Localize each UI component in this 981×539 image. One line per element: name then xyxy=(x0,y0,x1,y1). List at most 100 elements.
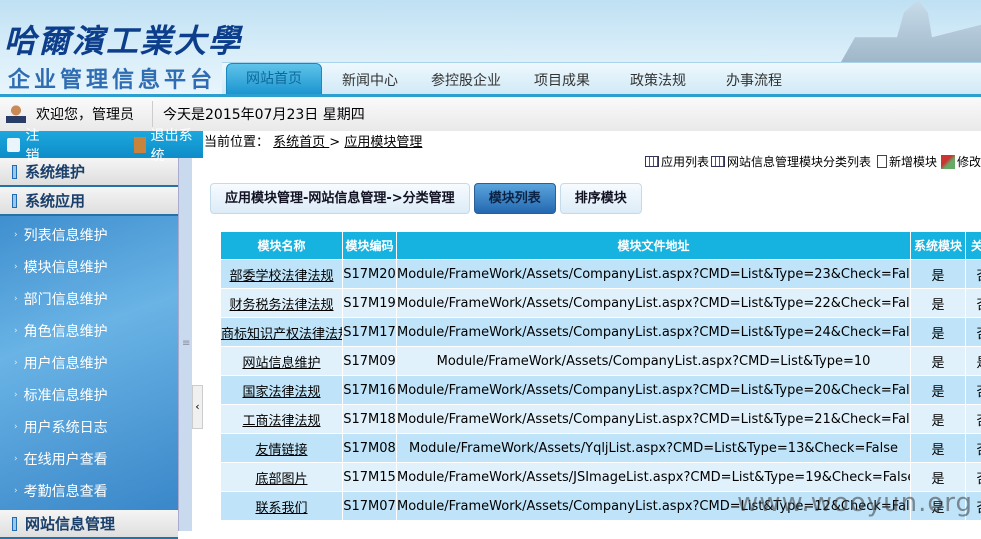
sidebar-menu: ›列表信息维护›模块信息维护›部门信息维护›角色信息维护›用户信息维护›标准信息… xyxy=(0,216,178,510)
column-header: 关闭 xyxy=(966,232,981,260)
nav-policies[interactable]: 政策法规 xyxy=(610,70,706,90)
logout-button[interactable]: 注销 xyxy=(0,125,52,165)
tab-module-list[interactable]: 模块列表 xyxy=(474,183,556,214)
module-name-link[interactable]: 财务税务法律法规 xyxy=(229,298,333,313)
bullet-icon: › xyxy=(14,422,18,432)
table-row: 网站信息维护 S17M09Module/FrameWork/Assets/Comp… xyxy=(221,347,981,376)
sidebar-item-label: 用户信息维护 xyxy=(24,353,108,373)
bullet-icon: › xyxy=(14,454,18,464)
sidebar-item[interactable]: › 考勤信息查看 xyxy=(0,475,178,507)
cell-closed: 是 xyxy=(966,347,981,376)
sidebar-item-label: 考勤信息查看 xyxy=(24,481,108,501)
nav-companies[interactable]: 参控股企业 xyxy=(418,70,514,90)
cell-code: S17M19 xyxy=(343,289,397,318)
cell-url: Module/FrameWork/Assets/CompanyList.aspx… xyxy=(397,376,911,405)
module-name-link[interactable]: 部委学校法律法规 xyxy=(229,269,333,284)
cell-name: 网站信息维护 xyxy=(221,347,343,376)
cell-name: 底部图片 xyxy=(221,463,343,492)
module-name-link[interactable]: 工商法律法规 xyxy=(242,414,320,429)
sidebar-item-label: 角色信息维护 xyxy=(24,321,108,341)
collapse-sidebar-button[interactable]: ‹ xyxy=(192,385,203,429)
cell-closed: 否 xyxy=(966,289,981,318)
app-list-link[interactable]: 应用列表 xyxy=(661,153,709,170)
nav-projects[interactable]: 项目成果 xyxy=(514,70,610,90)
cell-system: 是 xyxy=(911,347,966,376)
bullet-icon: › xyxy=(14,390,18,400)
table-header-row: 模块名称模块编码模块文件地址系统模块关闭 xyxy=(221,232,981,260)
sidebar-item[interactable]: › 列表信息维护 xyxy=(0,219,178,251)
sidebar-item-label: 部门信息维护 xyxy=(24,289,108,309)
cell-name: 友情链接 xyxy=(221,434,343,463)
tab-sort-modules[interactable]: 排序模块 xyxy=(560,183,642,214)
cell-system: 是 xyxy=(911,289,966,318)
tab-bar: 应用模块管理-网站信息管理->分类管理 模块列表 排序模块 xyxy=(210,183,642,214)
cell-code: S17M09 xyxy=(343,347,397,376)
breadcrumb-home-link[interactable]: 系统首页 xyxy=(273,135,329,150)
sidebar-item[interactable]: ›角色信息维护 xyxy=(0,315,178,347)
cell-url: Module/FrameWork/Assets/CompanyList.aspx… xyxy=(397,318,911,347)
sidebar-item[interactable]: › 用户信息维护 xyxy=(0,347,178,379)
sidebar-item[interactable]: ›用户系统日志 xyxy=(0,411,178,443)
cell-name: 部委学校法律法规 xyxy=(221,260,343,289)
bullet-icon: › xyxy=(14,486,18,496)
sidebar-item-label: 列表信息维护 xyxy=(24,225,108,245)
add-module-link[interactable]: 新增模块 xyxy=(889,153,937,170)
cell-url: Module/FrameWork/Assets/YqljList.aspx?CM… xyxy=(397,434,911,463)
column-header: 模块名称 xyxy=(221,232,343,260)
sidebar-item[interactable]: ›部门信息维护 xyxy=(0,283,178,315)
cell-url: Module/FrameWork/Assets/CompanyList.aspx… xyxy=(397,347,911,376)
cell-url: Module/FrameWork/Assets/CompanyList.aspx… xyxy=(397,405,911,434)
watermark: www.wooyun.org xyxy=(737,488,973,518)
edit-module-link[interactable]: 修改 xyxy=(957,153,981,170)
module-name-link[interactable]: 底部图片 xyxy=(255,472,307,487)
nav-home[interactable]: 网站首页 xyxy=(226,63,322,96)
table-row: 部委学校法律法规 S17M20Module/FrameWork/Assets/Co… xyxy=(221,260,981,289)
module-name-link[interactable]: 网站信息维护 xyxy=(242,356,320,371)
category-list-link[interactable]: 网站信息管理模块分类列表 xyxy=(727,153,871,170)
breadcrumb-current-link[interactable]: 应用模块管理 xyxy=(344,135,422,150)
power-icon xyxy=(7,138,20,152)
exit-button[interactable]: 退出系统 xyxy=(52,125,203,165)
sidebar-item[interactable]: ›标准信息维护 xyxy=(0,379,178,411)
header-banner: 哈爾濱工業大學 企业管理信息平台 网站首页 新闻中心 参控股企业 项目成果 政策… xyxy=(0,0,981,96)
module-name-link[interactable]: 联系我们 xyxy=(255,501,307,516)
welcome-text: 欢迎您，管理员 xyxy=(36,104,134,124)
nav-procedures[interactable]: 办事流程 xyxy=(706,70,802,90)
module-name-link[interactable]: 国家法律法规 xyxy=(242,385,320,400)
cell-name: 国家法律法规 xyxy=(221,376,343,405)
sidebar-group-system-apps[interactable]: 系统应用 xyxy=(0,187,178,216)
module-name-link[interactable]: 友情链接 xyxy=(255,443,307,458)
cell-url: Module/FrameWork/Assets/CompanyList.aspx… xyxy=(397,260,911,289)
logout-label: 注销 xyxy=(25,125,52,165)
sidebar-group-website-info[interactable]: 网站信息管理 xyxy=(0,510,178,539)
chevron-left-icon: ‹ xyxy=(195,400,199,413)
bar-icon xyxy=(12,165,17,179)
breadcrumb-label: 当前位置： xyxy=(204,135,269,150)
column-header: 模块文件地址 xyxy=(397,232,911,260)
nav-news[interactable]: 新闻中心 xyxy=(322,70,418,90)
university-logo: 哈爾濱工業大學 xyxy=(4,16,242,62)
cell-system: 是 xyxy=(911,405,966,434)
module-table: 模块名称模块编码模块文件地址系统模块关闭 部委学校法律法规S17M20Modul… xyxy=(220,231,981,521)
bullet-icon: › xyxy=(14,230,18,240)
sidebar-scrollbar[interactable]: ≡ xyxy=(178,158,192,531)
module-name-link[interactable]: 商标知识产权法律法规 xyxy=(221,327,343,342)
toolbar: 应用列表 网站信息管理模块分类列表 新增模块 修改 xyxy=(645,153,981,170)
main-nav: 网站首页 新闻中心 参控股企业 项目成果 政策法规 办事流程 xyxy=(222,62,981,96)
breadcrumb: 当前位置： 系统首页 > 应用模块管理 xyxy=(204,131,422,150)
cell-code: S17M15 xyxy=(343,463,397,492)
cell-url: Module/FrameWork/Assets/CompanyList.aspx… xyxy=(397,289,911,318)
cell-system: 是 xyxy=(911,318,966,347)
edit-icon xyxy=(941,155,955,169)
cell-code: S17M18 xyxy=(343,405,397,434)
sidebar-item[interactable]: ›模块信息维护 xyxy=(0,251,178,283)
cell-code: S17M20 xyxy=(343,260,397,289)
bullet-icon: › xyxy=(14,358,18,368)
column-header: 模块编码 xyxy=(343,232,397,260)
cell-code: S17M16 xyxy=(343,376,397,405)
cell-name: 工商法律法规 xyxy=(221,405,343,434)
tab-category-management[interactable]: 应用模块管理-网站信息管理->分类管理 xyxy=(210,183,470,214)
sidebar-item[interactable]: ›在线用户查看 xyxy=(0,443,178,475)
group-label: 系统应用 xyxy=(25,190,85,211)
user-avatar-icon xyxy=(6,105,26,123)
